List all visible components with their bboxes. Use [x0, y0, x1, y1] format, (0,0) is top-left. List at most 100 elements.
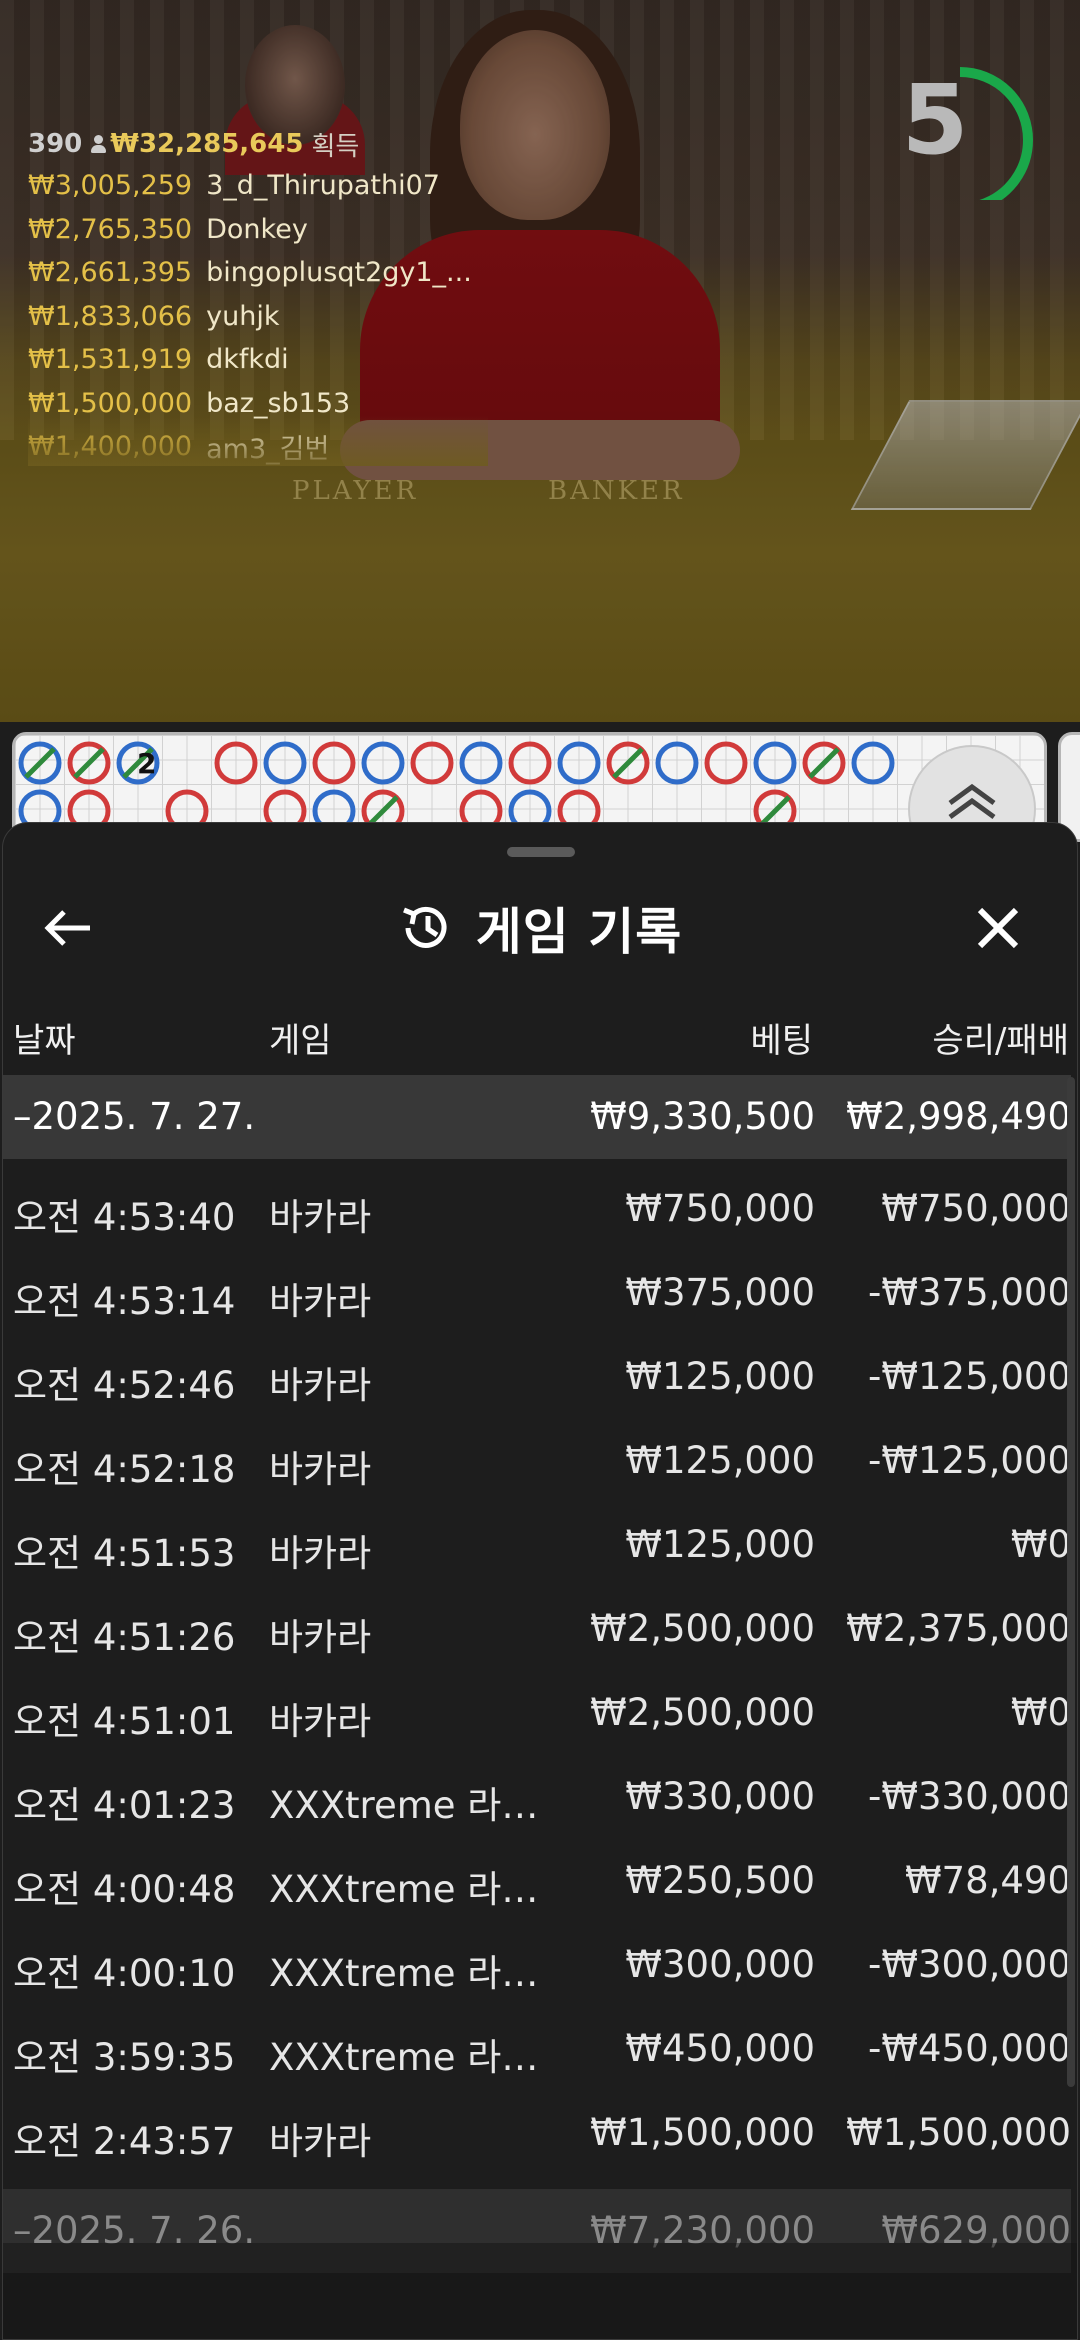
bead-mark: [459, 741, 503, 785]
sheet-header: 게임 기록: [3, 873, 1077, 983]
bead-mark: [557, 741, 601, 785]
winner-name: baz_sb153: [206, 387, 351, 419]
row-bet: ₩125,000: [625, 1439, 815, 1482]
row-time: 오전 4:51:53: [13, 1532, 236, 1575]
row-time: 오전 4:53:40: [13, 1196, 236, 1239]
row-game: 바카라: [269, 1280, 372, 1323]
date-group-row[interactable]: –2025. 7. 27. ₩9,330,500 ₩2,998,490: [3, 1075, 1071, 1159]
winner-name: yuhjk: [206, 300, 280, 332]
row-game: XXXtreme 라이...: [269, 1868, 569, 1911]
history-row[interactable]: 오전 4:00:10 XXXtreme 라이... ₩300,000 -₩300,00…: [3, 1923, 1071, 2007]
row-game: 바카라: [269, 1700, 372, 1743]
row-game: 바카라: [269, 2120, 372, 2163]
tie-slash: [24, 747, 56, 779]
scrollbar[interactable]: [1067, 1077, 1075, 2087]
row-game: 바카라: [269, 1532, 372, 1575]
row-time: 오전 4:53:14: [13, 1280, 236, 1323]
winner-row: ₩3,005,259 3_d_Thirupathi07: [28, 164, 488, 208]
row-game: XXXtreme 라이...: [269, 1784, 569, 1827]
row-time: 오전 2:43:57: [13, 2120, 236, 2163]
winner-amount: ₩1,531,919: [28, 344, 193, 376]
row-bet: ₩2,500,000: [590, 1691, 815, 1734]
tie-slash: [73, 747, 105, 779]
row-bet: ₩1,500,000: [590, 2111, 815, 2154]
row-bet: ₩300,000: [625, 1943, 815, 1986]
bead-mark: [753, 741, 797, 785]
winner-name: 3_d_Thirupathi07: [206, 170, 440, 202]
row-bet: ₩2,500,000: [590, 1607, 815, 1650]
history-row[interactable]: 오전 2:43:57 바카라 ₩1,500,000 ₩1,500,000: [3, 2091, 1071, 2175]
row-game: XXXtreme 라이...: [269, 1952, 569, 1995]
drag-handle[interactable]: [507, 847, 575, 857]
row-time: 오전 4:00:48: [13, 1868, 236, 1911]
row-result: -₩450,000: [868, 2027, 1071, 2070]
history-row[interactable]: 오전 4:51:01 바카라 ₩2,500,000 ₩0: [3, 1671, 1071, 1755]
row-game: XXXtreme 라이...: [269, 2036, 569, 2079]
close-button[interactable]: [963, 893, 1033, 963]
group-result-total: ₩2,998,490: [846, 1095, 1071, 1138]
bead-mark: [704, 741, 748, 785]
date-group-row[interactable]: –2025. 7. 26. ₩7,230,000 ₩629,000: [3, 2189, 1071, 2273]
game-history-sheet: 게임 기록 날짜 게임 베팅 승리/패배 –2025. 7. 27. ₩9,330…: [2, 822, 1078, 2340]
row-time: 오전 4:01:23: [13, 1784, 236, 1827]
history-table[interactable]: –2025. 7. 27. ₩9,330,500 ₩2,998,490 오전 4:53…: [3, 1075, 1077, 2273]
tie-slash: [612, 747, 644, 779]
bead-count-label: 2: [137, 747, 156, 780]
row-time: 오전 3:59:35: [13, 2036, 236, 2079]
history-row[interactable]: 오전 4:53:14 바카라 ₩375,000 -₩375,000: [3, 1251, 1071, 1335]
group-bet-total: ₩9,330,500: [590, 1095, 815, 1138]
group-date: –2025. 7. 27.: [13, 1095, 256, 1138]
row-result: ₩78,490: [904, 1859, 1071, 1902]
earned-label: 획득: [311, 131, 360, 162]
history-row[interactable]: 오전 3:59:35 XXXtreme 라이... ₩450,000 -₩450,00…: [3, 2007, 1071, 2091]
column-headers: 날짜 게임 베팅 승리/패배: [3, 999, 1077, 1069]
winners-header: 390 ₩32,285,645 획득: [28, 124, 488, 164]
bead-mark: [508, 741, 552, 785]
row-result: ₩1,500,000: [846, 2111, 1071, 2154]
bead-mark: [655, 741, 699, 785]
row-result: -₩375,000: [868, 1271, 1071, 1314]
column-game: 게임: [269, 1021, 332, 1061]
row-result: -₩330,000: [868, 1775, 1071, 1818]
history-row[interactable]: 오전 4:52:18 바카라 ₩125,000 -₩125,000: [3, 1419, 1071, 1503]
bead-mark: [312, 741, 356, 785]
history-row[interactable]: 오전 4:00:48 XXXtreme 라이... ₩250,500 ₩78,490: [3, 1839, 1071, 1923]
winner-amount: ₩1,833,066: [28, 300, 193, 332]
row-result: ₩0: [1010, 1523, 1071, 1566]
row-result: -₩125,000: [868, 1355, 1071, 1398]
row-bet: ₩450,000: [625, 2027, 815, 2070]
row-game: 바카라: [269, 1448, 372, 1491]
column-result: 승리/패배: [932, 1021, 1069, 1061]
round-timer: 5: [880, 40, 1040, 213]
tie-slash: [808, 747, 840, 779]
history-row[interactable]: 오전 4:53:40 바카라 ₩750,000 ₩750,000: [3, 1167, 1071, 1251]
close-icon: [977, 907, 1019, 949]
row-result: ₩750,000: [881, 1187, 1071, 1230]
winner-amount: ₩3,005,259: [28, 170, 193, 202]
bead-mark: [263, 741, 307, 785]
history-row[interactable]: 오전 4:52:46 바카라 ₩125,000 -₩125,000: [3, 1335, 1071, 1419]
winner-amount: ₩1,500,000: [28, 387, 193, 419]
row-bet: ₩375,000: [625, 1271, 815, 1314]
row-time: 오전 4:51:26: [13, 1616, 236, 1659]
live-video[interactable]: PLAYER BANKER 390 ₩32,285,645 획득 ₩3,005,…: [0, 0, 1080, 722]
group-date: –2025. 7. 26.: [13, 2209, 256, 2252]
row-result: ₩2,375,000: [846, 1607, 1071, 1650]
winner-row: ₩1,531,919 dkfkdi: [28, 338, 488, 382]
title-wrap: 게임 기록: [3, 873, 1077, 983]
history-row[interactable]: 오전 4:51:53 바카라 ₩125,000 ₩0: [3, 1503, 1071, 1587]
row-time: 오전 4:52:46: [13, 1364, 236, 1407]
history-row[interactable]: 오전 4:01:23 XXXtreme 라이... ₩330,000 -₩330,00…: [3, 1755, 1071, 1839]
history-row[interactable]: 오전 4:51:26 바카라 ₩2,500,000 ₩2,375,000: [3, 1587, 1071, 1671]
row-time: 오전 4:52:18: [13, 1448, 236, 1491]
winners-fade: [28, 416, 488, 466]
winner-name: dkfkdi: [206, 344, 289, 376]
row-time: 오전 4:51:01: [13, 1700, 236, 1743]
column-bet: 베팅: [750, 1021, 813, 1061]
tie-slash: [759, 795, 791, 827]
winner-row: ₩1,833,066 yuhjk: [28, 295, 488, 339]
app-root: PLAYER BANKER 390 ₩32,285,645 획득 ₩3,005,…: [0, 0, 1080, 2340]
sheet-title: 게임 기록: [475, 903, 683, 961]
bead-mark: [851, 741, 895, 785]
back-button[interactable]: [33, 893, 103, 963]
